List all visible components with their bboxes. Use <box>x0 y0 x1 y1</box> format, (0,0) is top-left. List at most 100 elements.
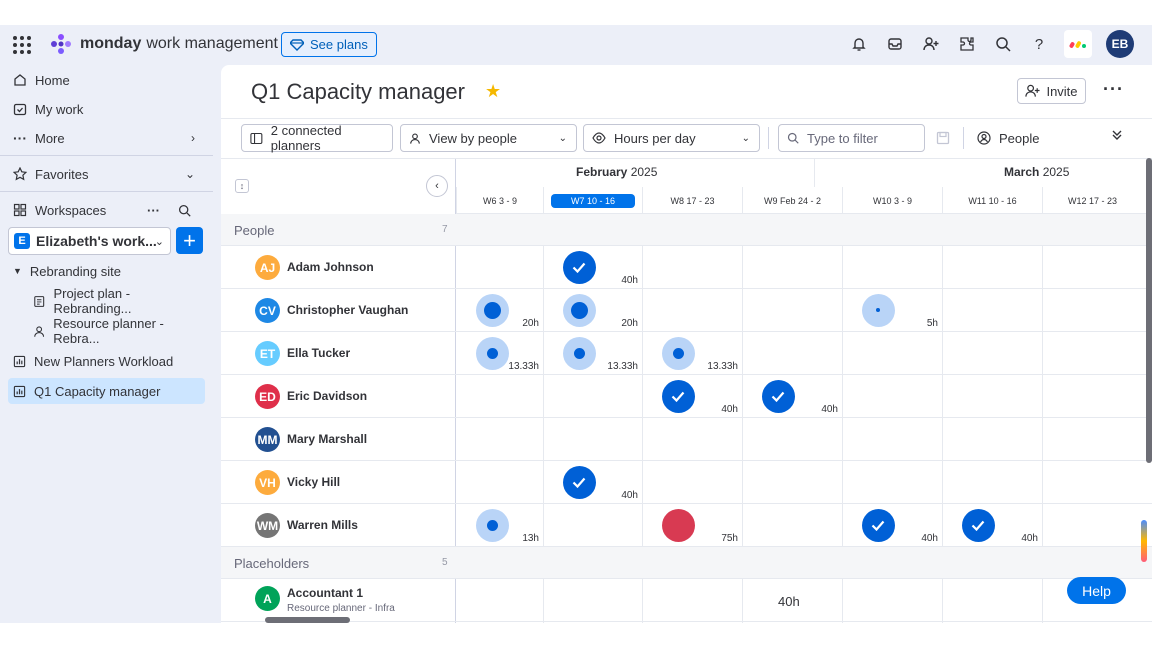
collapse-toolbar-icon[interactable] <box>1111 129 1123 144</box>
person-name[interactable]: Warren Mills <box>287 518 358 532</box>
sidebar-item-workspaces[interactable]: Workspaces ··· <box>8 197 205 223</box>
capacity-grid: ↕ ‹ February 2025 March 2025 W6 3 - 9 W7 10… <box>221 158 1152 623</box>
allocation-partial-bubble[interactable] <box>475 293 509 327</box>
sidebar-item-label: Q1 Capacity manager <box>34 383 161 399</box>
main-panel: Q1 Capacity manager ★ Invite ··· 2 conne… <box>221 65 1152 623</box>
month-divider <box>814 159 815 187</box>
week-header[interactable]: W10 3 - 9 <box>842 187 942 214</box>
apps-icon[interactable] <box>956 33 978 55</box>
person-avatar[interactable]: ET <box>255 341 280 366</box>
sidebar-item-home[interactable]: Home <box>8 67 205 93</box>
person-avatar[interactable]: CV <box>255 298 280 323</box>
week-header[interactable]: W11 10 - 16 <box>942 187 1042 214</box>
allocated-hours: 13.33h <box>707 361 738 372</box>
view-by-select[interactable]: View by people ⌄ <box>400 124 577 152</box>
save-view-icon[interactable] <box>936 131 950 145</box>
allocation-full-bubble[interactable] <box>562 250 596 284</box>
monday-apps-icon[interactable] <box>1064 30 1092 58</box>
person-avatar[interactable]: VH <box>255 470 280 495</box>
sidebar-item-project-plan[interactable]: Project plan - Rebranding... <box>28 286 205 316</box>
allocation-partial-bubble[interactable] <box>475 336 509 370</box>
week-gridline <box>842 579 843 623</box>
allocation-full-bubble[interactable] <box>761 379 795 413</box>
page-title[interactable]: Q1 Capacity manager <box>251 79 465 105</box>
home-icon <box>14 74 26 86</box>
allocated-hours: 40h <box>821 404 838 415</box>
placeholder-avatar[interactable]: A <box>255 586 280 611</box>
hours-per-day-select[interactable]: Hours per day ⌄ <box>583 124 760 152</box>
app-switcher-icon[interactable] <box>13 36 31 54</box>
check-icon <box>572 262 586 273</box>
bell-icon[interactable] <box>848 33 870 55</box>
favorite-star-icon[interactable]: ★ <box>485 81 501 102</box>
week-header[interactable]: W7 10 - 16 <box>543 187 642 214</box>
help-icon[interactable]: ? <box>1028 33 1050 55</box>
week-header[interactable]: W8 17 - 23 <box>642 187 742 214</box>
placeholder-hours: 40h <box>778 594 800 609</box>
add-to-workspace-button[interactable]: + <box>176 227 203 254</box>
connected-planners-button[interactable]: 2 connected planners <box>241 123 393 153</box>
product-name: work management <box>146 35 278 52</box>
allocation-full-bubble[interactable] <box>562 465 596 499</box>
sidebar-item-q1-capacity-manager[interactable]: Q1 Capacity manager <box>8 378 205 404</box>
allocation-partial-bubble[interactable] <box>861 293 895 327</box>
allocation-over-bubble[interactable] <box>661 508 695 542</box>
group-header-people[interactable]: People 7 <box>221 214 1152 246</box>
collapse-column-button[interactable]: ‹ <box>426 175 448 197</box>
search-icon[interactable] <box>992 33 1014 55</box>
allocation-partial-bubble[interactable] <box>562 293 596 327</box>
sidebar-folder-rebranding[interactable]: ▼ Rebranding site <box>8 258 205 284</box>
invite-members-icon[interactable] <box>920 33 942 55</box>
allocation-full-bubble[interactable] <box>861 508 895 542</box>
allocation-partial-bubble[interactable] <box>475 508 509 542</box>
week-header[interactable]: W9 Feb 24 - 2 <box>742 187 842 214</box>
week-gridline <box>543 246 544 547</box>
allocation-partial-bubble[interactable] <box>661 336 695 370</box>
allocation-partial-bubble[interactable] <box>562 336 596 370</box>
help-button[interactable]: Help <box>1067 577 1126 604</box>
brand-logo[interactable]: monday work management <box>50 33 278 55</box>
person-avatar[interactable]: MM <box>255 427 280 452</box>
people-filter-button[interactable]: People <box>977 124 1039 152</box>
workspace-options-icon[interactable]: ··· <box>147 203 160 218</box>
workspace-selector[interactable]: E Elizabeth's work... ⌄ <box>8 227 171 255</box>
week-header[interactable]: W6 3 - 9 <box>456 187 543 214</box>
sidebar-item-my-work[interactable]: My work <box>8 96 205 122</box>
connected-planners-label: 2 connected planners <box>270 123 342 153</box>
horizontal-scrollbar[interactable] <box>265 617 350 623</box>
sort-icon[interactable]: ↕ <box>235 179 249 193</box>
allocated-hours: 13.33h <box>508 361 539 372</box>
filter-input[interactable]: Type to filter <box>778 124 925 152</box>
week-header[interactable]: W12 17 - 23 <box>1042 187 1142 214</box>
group-header-placeholders[interactable]: Placeholders 5 <box>221 547 1152 579</box>
vertical-scrollbar[interactable] <box>1146 158 1152 463</box>
see-plans-button[interactable]: See plans <box>281 32 377 57</box>
person-avatar[interactable]: AJ <box>255 255 280 280</box>
user-avatar[interactable]: EB <box>1106 30 1134 58</box>
sidebar-item-label: Workspaces <box>35 202 107 218</box>
person-name[interactable]: Vicky Hill <box>287 475 340 489</box>
person-name[interactable]: Eric Davidson <box>287 389 367 403</box>
sidebar-item-more[interactable]: ··· More › <box>8 125 205 151</box>
allocation-full-bubble[interactable] <box>961 508 995 542</box>
placeholder-name[interactable]: Accountant 1 <box>287 586 363 600</box>
view-by-label: View by people <box>429 130 517 146</box>
check-icon <box>971 520 985 531</box>
allocated-hours: 40h <box>921 533 938 544</box>
week-gridline <box>1042 246 1043 547</box>
invite-button[interactable]: Invite <box>1017 78 1086 104</box>
person-name[interactable]: Mary Marshall <box>287 432 367 446</box>
dashboard-chart-icon <box>13 355 26 367</box>
sidebar-item-new-planners-workload[interactable]: New Planners Workload <box>8 348 205 374</box>
more-options-icon[interactable]: ··· <box>1103 79 1124 100</box>
sidebar-item-resource-planner[interactable]: Resource planner - Rebra... <box>28 316 205 346</box>
allocation-full-bubble[interactable] <box>661 379 695 413</box>
sidebar-item-favorites[interactable]: Favorites ⌄ <box>8 161 205 187</box>
person-avatar[interactable]: WM <box>255 513 280 538</box>
person-name[interactable]: Adam Johnson <box>287 260 374 274</box>
workspace-search-icon[interactable] <box>178 204 191 217</box>
person-name[interactable]: Ella Tucker <box>287 346 350 360</box>
person-name[interactable]: Christopher Vaughan <box>287 303 408 317</box>
person-avatar[interactable]: ED <box>255 384 280 409</box>
inbox-icon[interactable] <box>884 33 906 55</box>
